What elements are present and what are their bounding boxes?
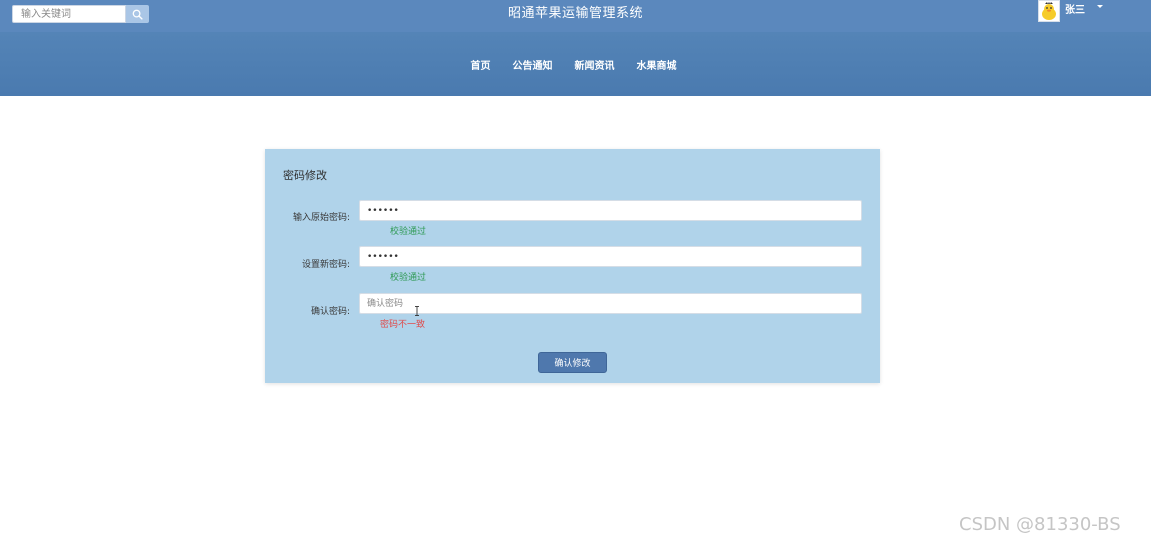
new-password-hint: 校验通过	[390, 273, 427, 283]
avatar[interactable]	[1038, 0, 1060, 22]
nav-list: 首页 公告通知 新闻资讯 水果商城	[0, 32, 1149, 96]
confirm-change-button[interactable]: 确认修改	[538, 352, 607, 373]
main-nav: 首页 公告通知 新闻资讯 水果商城	[0, 32, 1151, 96]
new-password-input[interactable]	[359, 246, 862, 267]
old-password-hint: 校验通过	[390, 227, 427, 237]
watermark: CSDN @81330-BS	[959, 514, 1121, 535]
avatar-duck-icon	[1039, 1, 1059, 21]
user-menu[interactable]: 张三	[1038, 0, 1103, 24]
nav-item-home[interactable]: 首页	[471, 57, 491, 72]
confirm-password-hint: 密码不一致	[380, 320, 426, 330]
card-title: 密码修改	[283, 169, 327, 182]
nav-item-news[interactable]: 新闻资讯	[575, 57, 615, 72]
old-password-label: 输入原始密码:	[292, 213, 350, 223]
text-cursor-icon	[415, 306, 419, 316]
old-password-input[interactable]	[359, 200, 862, 221]
caret-down-icon[interactable]	[1097, 5, 1103, 8]
confirm-password-label: 确认密码:	[310, 307, 350, 317]
confirm-password-input[interactable]	[359, 293, 862, 314]
nav-item-fruit-shop[interactable]: 水果商城	[637, 57, 677, 72]
user-name[interactable]: 张三	[1065, 1, 1085, 16]
nav-item-notices[interactable]: 公告通知	[513, 57, 553, 72]
site-title: 昭通苹果运输管理系统	[507, 6, 643, 21]
new-password-label: 设置新密码:	[301, 260, 350, 270]
top-bar: 昭通苹果运输管理系统 张三	[0, 0, 1151, 32]
password-change-card: 密码修改 输入原始密码: 校验通过 设置新密码: 校验通过 确认密码: 密码不一…	[265, 149, 880, 383]
